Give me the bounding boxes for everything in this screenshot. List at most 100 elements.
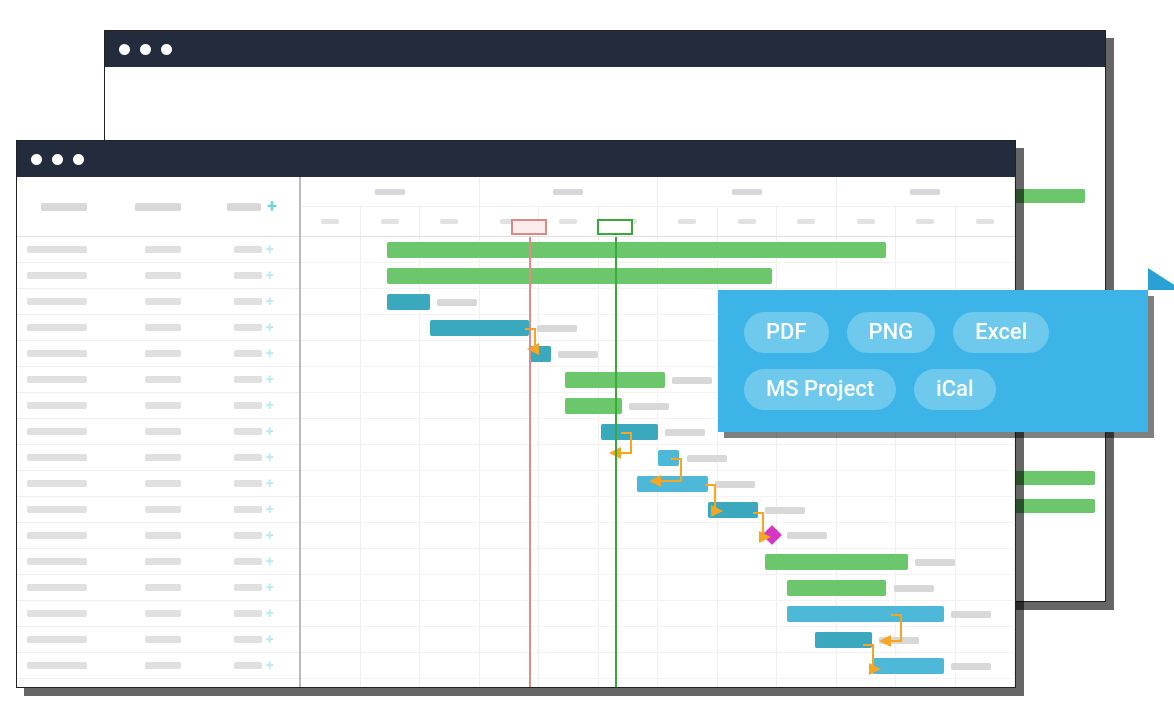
- bar-label-placeholder: [951, 611, 991, 618]
- add-task-icon[interactable]: +: [266, 320, 274, 336]
- timeline-minor-header: [539, 207, 599, 236]
- task-row[interactable]: +: [17, 263, 299, 289]
- timeline-minor-header: [777, 207, 837, 236]
- bar-label-placeholder: [765, 507, 805, 514]
- add-task-icon[interactable]: +: [266, 606, 274, 622]
- gantt-bar[interactable]: [387, 242, 887, 258]
- task-row[interactable]: +: [17, 419, 299, 445]
- gantt-bar[interactable]: [787, 606, 944, 622]
- gantt-bar[interactable]: [708, 502, 758, 518]
- gantt-bar[interactable]: [430, 320, 530, 336]
- timeline-minor-header: [956, 207, 1016, 236]
- gantt-bar[interactable]: [658, 450, 679, 466]
- bar-label-placeholder: [951, 663, 991, 670]
- timeline-minor-header: [837, 207, 897, 236]
- timeline-minor-header: [718, 207, 778, 236]
- add-task-icon[interactable]: +: [266, 528, 274, 544]
- bar-label-placeholder: [665, 429, 705, 436]
- add-task-icon[interactable]: +: [266, 502, 274, 518]
- task-row[interactable]: +: [17, 237, 299, 263]
- window-titlebar-back: [105, 31, 1105, 67]
- add-task-icon[interactable]: +: [266, 658, 274, 674]
- bar-label-placeholder: [894, 585, 934, 592]
- add-task-icon[interactable]: +: [266, 476, 274, 492]
- task-row[interactable]: +: [17, 471, 299, 497]
- timeline-major-header: [301, 177, 480, 206]
- add-task-icon[interactable]: +: [266, 580, 274, 596]
- timeline-major-header: [480, 177, 659, 206]
- column-header[interactable]: [111, 203, 205, 211]
- task-row[interactable]: +: [17, 575, 299, 601]
- export-msproject-pill[interactable]: MS Project: [744, 369, 896, 410]
- gantt-bar[interactable]: [565, 398, 622, 414]
- task-row[interactable]: +: [17, 653, 299, 679]
- window-control-dot[interactable]: [52, 154, 63, 165]
- export-popover: PDF PNG Excel MS Project iCal: [718, 290, 1148, 432]
- gantt-bar[interactable]: [872, 658, 943, 674]
- add-column-icon[interactable]: +: [267, 198, 277, 216]
- task-row[interactable]: +: [17, 315, 299, 341]
- column-header[interactable]: +: [205, 198, 299, 216]
- add-task-icon[interactable]: +: [266, 242, 274, 258]
- gantt-bar[interactable]: [1005, 471, 1095, 485]
- gantt-bar[interactable]: [387, 268, 773, 284]
- add-task-icon[interactable]: +: [266, 424, 274, 440]
- gantt-bar[interactable]: [815, 632, 872, 648]
- task-row[interactable]: +: [17, 627, 299, 653]
- date-marker-green-handle[interactable]: [597, 219, 633, 235]
- timeline-minor-header: [301, 207, 361, 236]
- bar-label-placeholder: [687, 455, 727, 462]
- task-row[interactable]: +: [17, 601, 299, 627]
- window-control-dot[interactable]: [140, 44, 151, 55]
- milestone-icon[interactable]: [762, 525, 782, 545]
- add-task-icon[interactable]: +: [266, 632, 274, 648]
- date-marker-red-handle[interactable]: [511, 219, 547, 235]
- timeline-minor-header: [420, 207, 480, 236]
- gantt-bar[interactable]: [601, 424, 658, 440]
- add-task-icon[interactable]: +: [266, 450, 274, 466]
- bar-label-placeholder: [537, 325, 577, 332]
- gantt-bar[interactable]: [387, 294, 430, 310]
- export-excel-pill[interactable]: Excel: [953, 312, 1049, 353]
- timeline-major-header: [837, 177, 1016, 206]
- add-task-icon[interactable]: +: [266, 346, 274, 362]
- add-task-icon[interactable]: +: [266, 554, 274, 570]
- add-task-icon[interactable]: +: [266, 268, 274, 284]
- window-control-dot[interactable]: [31, 154, 42, 165]
- bar-label-placeholder: [715, 481, 755, 488]
- task-row[interactable]: +: [17, 445, 299, 471]
- gantt-surface: + + + + + + + + + + + + + + + + + +: [17, 177, 1015, 687]
- timeline: [301, 177, 1015, 687]
- window-control-dot[interactable]: [119, 44, 130, 55]
- window-control-dot[interactable]: [161, 44, 172, 55]
- task-table: + + + + + + + + + + + + + + + + + +: [17, 177, 301, 687]
- task-row[interactable]: +: [17, 367, 299, 393]
- bar-label-placeholder: [672, 377, 712, 384]
- task-row[interactable]: +: [17, 523, 299, 549]
- task-row[interactable]: +: [17, 497, 299, 523]
- timeline-minor-header: [361, 207, 421, 236]
- gantt-bar[interactable]: [637, 476, 708, 492]
- date-marker-red[interactable]: [529, 237, 531, 687]
- date-marker-green[interactable]: [615, 237, 617, 687]
- bar-label-placeholder: [558, 351, 598, 358]
- gantt-bar[interactable]: [529, 346, 550, 362]
- gantt-bar[interactable]: [787, 580, 887, 596]
- add-task-icon[interactable]: +: [266, 294, 274, 310]
- timeline-header-minor: [301, 207, 1015, 237]
- export-pdf-pill[interactable]: PDF: [744, 312, 829, 353]
- gantt-bar[interactable]: [1005, 189, 1085, 203]
- gantt-bar[interactable]: [765, 554, 908, 570]
- task-row[interactable]: +: [17, 289, 299, 315]
- window-control-dot[interactable]: [73, 154, 84, 165]
- column-header[interactable]: [17, 203, 111, 211]
- task-row[interactable]: +: [17, 549, 299, 575]
- export-png-pill[interactable]: PNG: [847, 312, 936, 353]
- task-row[interactable]: +: [17, 393, 299, 419]
- task-rows: + + + + + + + + + + + + + + + + +: [17, 237, 299, 687]
- add-task-icon[interactable]: +: [266, 398, 274, 414]
- export-ical-pill[interactable]: iCal: [914, 369, 995, 410]
- bar-label-placeholder: [437, 299, 477, 306]
- add-task-icon[interactable]: +: [266, 372, 274, 388]
- task-row[interactable]: +: [17, 341, 299, 367]
